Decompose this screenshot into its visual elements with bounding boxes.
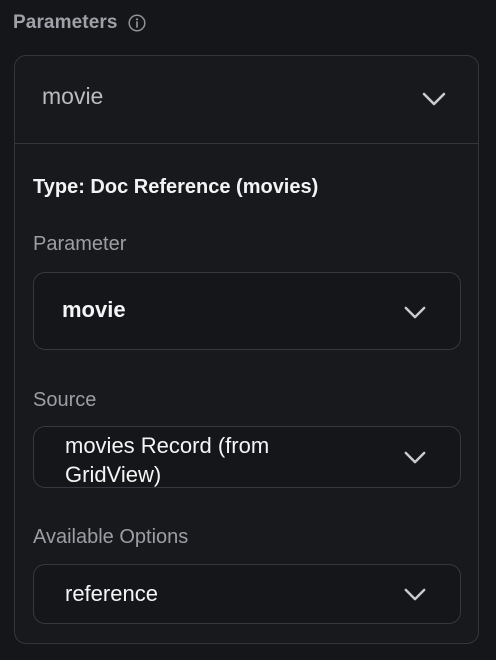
parameter-label: Parameter [33, 233, 127, 255]
info-icon[interactable] [127, 14, 146, 32]
section-title: Parameters [13, 12, 118, 33]
source-select-value: movies Record (from GridView) [65, 431, 269, 489]
type-label: Type: Doc Reference (movies) [33, 176, 319, 198]
available-options-select[interactable]: reference [33, 564, 461, 624]
parameter-select-value: movie [62, 297, 126, 322]
source-select-value-line2: GridView) [65, 462, 162, 487]
chevron-down-icon [404, 588, 426, 601]
parameter-card-header[interactable]: movie [15, 56, 478, 144]
available-options-label: Available Options [33, 526, 189, 548]
chevron-down-icon [404, 451, 426, 464]
chevron-down-icon[interactable] [421, 91, 447, 107]
source-select-value-line1: movies Record (from [65, 433, 270, 458]
parameter-card: movie Type: Doc Reference (movies) Param… [14, 55, 479, 644]
chevron-down-icon [404, 306, 426, 319]
source-label: Source [33, 389, 97, 411]
parameters-header: Parameters [13, 10, 146, 36]
parameter-select[interactable]: movie [33, 272, 461, 350]
source-select[interactable]: movies Record (from GridView) [33, 426, 461, 488]
available-options-select-value: reference [65, 581, 158, 606]
parameter-card-title: movie [42, 83, 104, 109]
